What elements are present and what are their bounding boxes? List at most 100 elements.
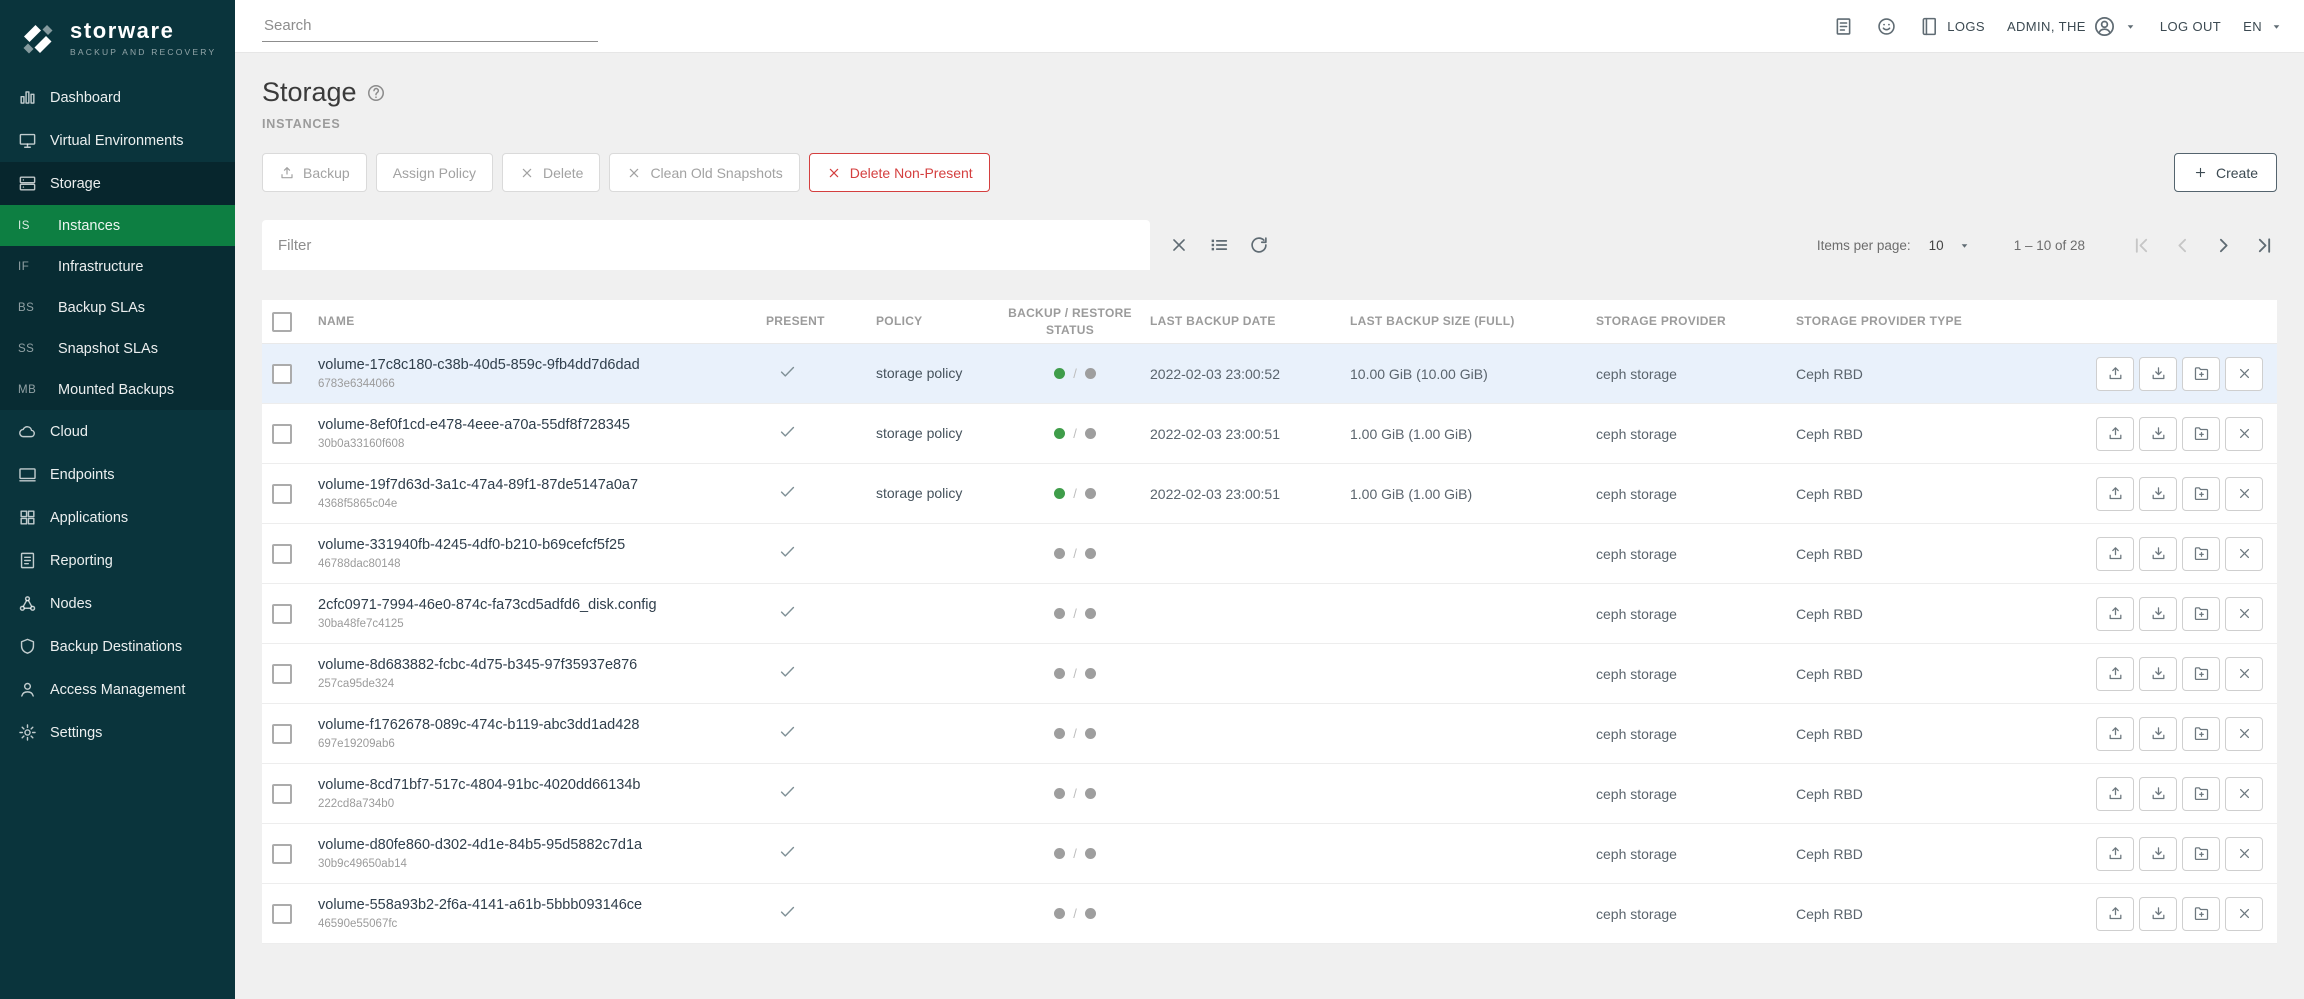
policy-link[interactable]: storage policy xyxy=(876,365,962,381)
delete-action-button[interactable] xyxy=(2225,897,2263,931)
delete-action-button[interactable] xyxy=(2225,477,2263,511)
backup-action-button[interactable] xyxy=(2096,417,2134,451)
backup-action-button[interactable] xyxy=(2096,777,2134,811)
delete-action-button[interactable] xyxy=(2225,717,2263,751)
instance-name-link[interactable]: volume-331940fb-4245-4df0-b210-b69cefcf5… xyxy=(318,537,766,554)
instance-name-link[interactable]: 2cfc0971-7994-46e0-874c-fa73cd5adfd6_dis… xyxy=(318,597,766,614)
row-checkbox[interactable] xyxy=(272,604,292,624)
delete-action-button[interactable] xyxy=(2225,837,2263,871)
mount-action-button[interactable] xyxy=(2182,657,2220,691)
row-checkbox[interactable] xyxy=(272,484,292,504)
sidebar-item-infrastructure[interactable]: IF Infrastructure xyxy=(0,246,235,287)
mount-action-button[interactable] xyxy=(2182,777,2220,811)
mount-action-button[interactable] xyxy=(2182,597,2220,631)
delete-action-button[interactable] xyxy=(2225,657,2263,691)
restore-action-button[interactable] xyxy=(2139,837,2177,871)
instance-name-link[interactable]: volume-8ef0f1cd-e478-4eee-a70a-55df8f728… xyxy=(318,417,766,434)
create-button[interactable]: Create xyxy=(2174,153,2277,192)
restore-action-button[interactable] xyxy=(2139,657,2177,691)
policy-link[interactable]: storage policy xyxy=(876,425,962,441)
delete-action-button[interactable] xyxy=(2225,357,2263,391)
delete-action-button[interactable] xyxy=(2225,777,2263,811)
instance-name-link[interactable]: volume-19f7d63d-3a1c-47a4-89f1-87de5147a… xyxy=(318,477,766,494)
sidebar-item-access-management[interactable]: Access Management xyxy=(0,668,235,711)
filter-input[interactable] xyxy=(278,237,1134,254)
refresh-icon[interactable] xyxy=(1248,234,1270,256)
row-checkbox[interactable] xyxy=(272,544,292,564)
sidebar-item-mounted-backups[interactable]: MB Mounted Backups xyxy=(0,369,235,410)
backup-action-button[interactable] xyxy=(2096,837,2134,871)
items-per-page-select[interactable]: 10 xyxy=(1929,238,1972,253)
restore-action-button[interactable] xyxy=(2139,597,2177,631)
row-checkbox[interactable] xyxy=(272,844,292,864)
row-checkbox[interactable] xyxy=(272,724,292,744)
mount-action-button[interactable] xyxy=(2182,717,2220,751)
instance-name-link[interactable]: volume-558a93b2-2f6a-4141-a61b-5bbb09314… xyxy=(318,897,766,914)
columns-icon[interactable] xyxy=(1208,234,1230,256)
instance-name-link[interactable]: volume-8d683882-fcbc-4d75-b345-97f35937e… xyxy=(318,657,766,674)
backup-action-button[interactable] xyxy=(2096,717,2134,751)
restore-action-button[interactable] xyxy=(2139,777,2177,811)
restore-action-button[interactable] xyxy=(2139,897,2177,931)
storware-logo[interactable]: storware BACKUP AND RECOVERY xyxy=(0,0,235,76)
first-page-button[interactable] xyxy=(2129,233,2154,258)
backup-action-button[interactable] xyxy=(2096,897,2134,931)
backup-action-button[interactable] xyxy=(2096,597,2134,631)
sidebar-item-instances[interactable]: IS Instances xyxy=(0,205,235,246)
restore-action-button[interactable] xyxy=(2139,537,2177,571)
last-page-button[interactable] xyxy=(2252,233,2277,258)
sidebar-item-storage[interactable]: Storage xyxy=(0,162,235,205)
sidebar-item-nodes[interactable]: Nodes xyxy=(0,582,235,625)
delete-non-present-button[interactable]: Delete Non-Present xyxy=(809,153,990,192)
instance-name-link[interactable]: volume-17c8c180-c38b-40d5-859c-9fb4dd7d6… xyxy=(318,357,766,374)
previous-page-button[interactable] xyxy=(2170,233,2195,258)
sidebar-item-dashboard[interactable]: Dashboard xyxy=(0,76,235,119)
mount-action-button[interactable] xyxy=(2182,477,2220,511)
search-input[interactable] xyxy=(262,10,598,42)
sidebar-item-backup-slas[interactable]: BS Backup SLAs xyxy=(0,287,235,328)
sidebar-item-virtual-environments[interactable]: Virtual Environments xyxy=(0,119,235,162)
restore-action-button[interactable] xyxy=(2139,717,2177,751)
mount-action-button[interactable] xyxy=(2182,537,2220,571)
instance-name-link[interactable]: volume-f1762678-089c-474c-b119-abc3dd1ad… xyxy=(318,717,766,734)
logs-button[interactable]: LOGS xyxy=(1919,16,1985,37)
mount-action-button[interactable] xyxy=(2182,357,2220,391)
instance-name-link[interactable]: volume-d80fe860-d302-4d1e-84b5-95d5882c7… xyxy=(318,837,766,854)
sidebar-item-backup-destinations[interactable]: Backup Destinations xyxy=(0,625,235,668)
instance-name-link[interactable]: volume-8cd71bf7-517c-4804-91bc-4020dd661… xyxy=(318,777,766,794)
backup-action-button[interactable] xyxy=(2096,657,2134,691)
delete-action-button[interactable] xyxy=(2225,597,2263,631)
row-checkbox[interactable] xyxy=(272,364,292,384)
row-checkbox[interactable] xyxy=(272,904,292,924)
feedback-smiley-icon[interactable] xyxy=(1876,16,1897,37)
row-checkbox[interactable] xyxy=(272,784,292,804)
sidebar-item-applications[interactable]: Applications xyxy=(0,496,235,539)
select-all-checkbox[interactable] xyxy=(272,312,292,332)
sidebar-item-endpoints[interactable]: Endpoints xyxy=(0,453,235,496)
restore-action-button[interactable] xyxy=(2139,477,2177,511)
mount-action-button[interactable] xyxy=(2182,837,2220,871)
row-checkbox[interactable] xyxy=(272,424,292,444)
sidebar-item-reporting[interactable]: Reporting xyxy=(0,539,235,582)
next-page-button[interactable] xyxy=(2211,233,2236,258)
clear-filter-icon[interactable] xyxy=(1168,234,1190,256)
logout-button[interactable]: LOG OUT xyxy=(2160,19,2221,34)
sidebar-item-snapshot-slas[interactable]: SS Snapshot SLAs xyxy=(0,328,235,369)
mount-action-button[interactable] xyxy=(2182,417,2220,451)
delete-action-button[interactable] xyxy=(2225,417,2263,451)
language-menu[interactable]: EN xyxy=(2243,19,2284,34)
policy-link[interactable]: storage policy xyxy=(876,485,962,501)
sidebar-item-settings[interactable]: Settings xyxy=(0,711,235,754)
restore-action-button[interactable] xyxy=(2139,417,2177,451)
backup-action-button[interactable] xyxy=(2096,477,2134,511)
tasks-icon[interactable] xyxy=(1833,16,1854,37)
help-icon[interactable] xyxy=(366,83,386,103)
sidebar-item-cloud[interactable]: Cloud xyxy=(0,410,235,453)
backup-action-button[interactable] xyxy=(2096,537,2134,571)
row-checkbox[interactable] xyxy=(272,664,292,684)
mount-action-button[interactable] xyxy=(2182,897,2220,931)
user-menu[interactable]: ADMIN, THE xyxy=(2007,15,2138,38)
delete-action-button[interactable] xyxy=(2225,537,2263,571)
restore-action-button[interactable] xyxy=(2139,357,2177,391)
backup-action-button[interactable] xyxy=(2096,357,2134,391)
